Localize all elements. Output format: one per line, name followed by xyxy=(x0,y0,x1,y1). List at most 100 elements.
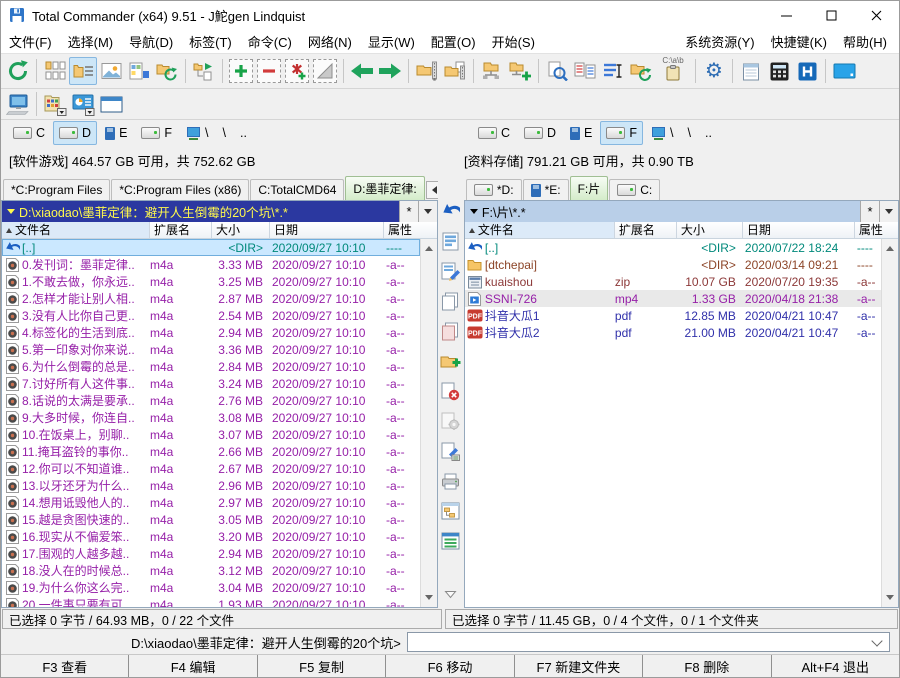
invert-selection-button[interactable] xyxy=(313,59,337,83)
column-header-size[interactable]: 大小 xyxy=(677,222,743,238)
help-button[interactable] xyxy=(793,57,821,85)
column-header-date[interactable]: 日期 xyxy=(270,222,384,238)
left-drive-button-D[interactable]: D xyxy=(53,121,97,145)
menu-item-8[interactable]: 配置(O) xyxy=(423,32,484,51)
file-row[interactable]: 11.掩耳盗铃的事你..m4a2.66 MB2020/09/27 10:10-a… xyxy=(2,443,420,460)
forward-button[interactable] xyxy=(376,57,404,85)
expand-down-button[interactable] xyxy=(440,583,462,605)
detail-view-button[interactable] xyxy=(69,57,97,85)
file-row[interactable]: 7.讨好所有人这件事..m4a3.24 MB2020/09/27 10:10-a… xyxy=(2,375,420,392)
right-drive-button-F[interactable]: F xyxy=(600,121,643,145)
view-button[interactable] xyxy=(440,230,462,252)
column-header-attr[interactable]: 属性 xyxy=(855,222,898,238)
pack-button[interactable] xyxy=(413,57,441,85)
file-row[interactable]: 20.一件事只要有可..m4a1.93 MB2020/09/27 10:10-a… xyxy=(2,596,420,607)
menu-item-7[interactable]: 显示(W) xyxy=(360,32,423,51)
apps-button[interactable] xyxy=(41,90,69,118)
right-drive-button-D[interactable]: D xyxy=(518,121,562,145)
file-row[interactable]: SSNI-726mp41.33 GB2020/04/18 21:38-a-- xyxy=(465,290,881,307)
sync-dirs-button[interactable] xyxy=(627,57,655,85)
right-tab-1[interactable]: *D: xyxy=(466,179,522,200)
search-button[interactable] xyxy=(543,57,571,85)
right-parent-button[interactable]: .. xyxy=(699,121,718,145)
scroll-down-icon[interactable] xyxy=(423,591,436,604)
column-header-name[interactable]: 文件名 xyxy=(465,222,615,238)
menu-item-3[interactable]: 导航(D) xyxy=(121,32,181,51)
file-row[interactable]: [..]<DIR>2020/09/27 10:10---- xyxy=(2,239,420,256)
file-row[interactable]: 2.怎样才能让别人相..m4a2.87 MB2020/09/27 10:10-a… xyxy=(2,290,420,307)
file-row[interactable]: 19.为什么你这么完..m4a3.04 MB2020/09/27 10:10-a… xyxy=(2,579,420,596)
function-key-3[interactable]: F5 复制 xyxy=(258,655,386,677)
column-header-size[interactable]: 大小 xyxy=(212,222,270,238)
column-header-date[interactable]: 日期 xyxy=(743,222,855,238)
column-header-attr[interactable]: 属性 xyxy=(384,222,437,238)
file-row[interactable]: 17.围观的人越多越..m4a2.94 MB2020/09/27 10:10-a… xyxy=(2,545,420,562)
left-tab-3[interactable]: C:TotalCMD64 xyxy=(250,179,344,200)
file-row[interactable]: [..]<DIR>2020/07/22 18:24---- xyxy=(465,239,881,256)
function-key-4[interactable]: F6 移动 xyxy=(386,655,514,677)
command-line-input[interactable] xyxy=(408,634,873,650)
right-scrollbar[interactable] xyxy=(881,239,898,607)
scroll-down-icon[interactable] xyxy=(884,591,897,604)
function-key-1[interactable]: F3 查看 xyxy=(1,655,129,677)
left-scrollbar[interactable] xyxy=(420,239,437,607)
delete-button[interactable] xyxy=(440,380,462,402)
select-minus-button[interactable] xyxy=(257,59,281,83)
menu-item-1[interactable]: 文件(F) xyxy=(1,32,60,51)
left-parent-button[interactable]: .. xyxy=(234,121,253,145)
right-tab-4[interactable]: C: xyxy=(609,179,660,200)
back-button[interactable] xyxy=(348,57,376,85)
column-header-ext[interactable]: 扩展名 xyxy=(615,222,677,238)
file-row[interactable]: kuaishouzip10.07 GB2020/07/20 19:35-a-- xyxy=(465,273,881,290)
print-button[interactable] xyxy=(440,470,462,492)
menu-item-right-1[interactable]: 系统资源(Y) xyxy=(677,32,762,51)
function-key-6[interactable]: F8 删除 xyxy=(643,655,771,677)
left-tab-2[interactable]: *C:Program Files (x86) xyxy=(111,179,249,200)
select-plus-button[interactable] xyxy=(229,59,253,83)
computer-button[interactable] xyxy=(4,90,32,118)
function-key-5[interactable]: F7 新建文件夹 xyxy=(515,655,643,677)
file-row[interactable]: 6.为什么倒霉的总是..m4a2.84 MB2020/09/27 10:10-a… xyxy=(2,358,420,375)
right-tab-2[interactable]: *E: xyxy=(523,179,569,200)
right-root-button[interactable]: \ xyxy=(682,121,697,145)
desktop-button[interactable] xyxy=(830,57,858,85)
unpack-button[interactable] xyxy=(441,57,469,85)
compare-button[interactable] xyxy=(571,57,599,85)
right-tab-3[interactable]: F:片 xyxy=(570,176,609,200)
tree-panel-button[interactable] xyxy=(440,500,462,522)
brief-view-button[interactable] xyxy=(41,57,69,85)
left-tab-1[interactable]: *C:Program Files xyxy=(3,179,110,200)
clipboard-button[interactable]: C:\a\b xyxy=(655,57,691,85)
menu-item-right-2[interactable]: 快捷键(K) xyxy=(763,32,835,51)
left-drive-button-E[interactable]: E xyxy=(99,121,133,145)
quick-view-button[interactable] xyxy=(125,57,153,85)
file-row[interactable]: 0.发刊词：墨菲定律..m4a3.33 MB2020/09/27 10:10-a… xyxy=(2,256,420,273)
pack-file-button[interactable] xyxy=(440,410,462,432)
column-header-name[interactable]: 文件名 xyxy=(2,222,150,238)
file-row[interactable]: 12.你可以不知道谁..m4a2.67 MB2020/09/27 10:10-a… xyxy=(2,460,420,477)
select-pattern-button[interactable] xyxy=(285,59,309,83)
net-connect-button[interactable] xyxy=(478,57,506,85)
left-tab-4[interactable]: D:墨菲定律: xyxy=(345,176,424,200)
list-panel-button[interactable] xyxy=(440,530,462,552)
edit-button[interactable] xyxy=(440,260,462,282)
refresh-button[interactable] xyxy=(4,57,32,85)
file-row[interactable]: 9.大多时候，你连自..m4a3.08 MB2020/09/27 10:10-a… xyxy=(2,409,420,426)
maximize-button[interactable] xyxy=(809,1,854,29)
notepad-button[interactable] xyxy=(737,57,765,85)
file-row[interactable]: 3.没有人比你自己更..m4a2.54 MB2020/09/27 10:10-a… xyxy=(2,307,420,324)
branch-view-button[interactable] xyxy=(190,57,218,85)
file-row[interactable]: PDF抖音大瓜2pdf21.00 MB2020/04/21 10:47-a-- xyxy=(465,324,881,341)
control-panel-button[interactable] xyxy=(69,90,97,118)
left-root-button[interactable]: \ xyxy=(217,121,232,145)
file-row[interactable]: 4.标签化的生活到底..m4a2.94 MB2020/09/27 10:10-a… xyxy=(2,324,420,341)
copy-button[interactable] xyxy=(440,290,462,312)
refresh-tree-button[interactable] xyxy=(153,57,181,85)
file-row[interactable]: 18.没人在的时候总..m4a3.12 MB2020/09/27 10:10-a… xyxy=(2,562,420,579)
close-button[interactable] xyxy=(854,1,899,29)
menu-item-2[interactable]: 选择(M) xyxy=(60,32,122,51)
left-history-button[interactable] xyxy=(418,201,437,222)
file-row[interactable]: 1.不敢去做，你永远..m4a3.25 MB2020/09/27 10:10-a… xyxy=(2,273,420,290)
right-path-bar[interactable]: F:\片\*.* xyxy=(465,201,898,222)
menu-item-4[interactable]: 标签(T) xyxy=(181,32,240,51)
